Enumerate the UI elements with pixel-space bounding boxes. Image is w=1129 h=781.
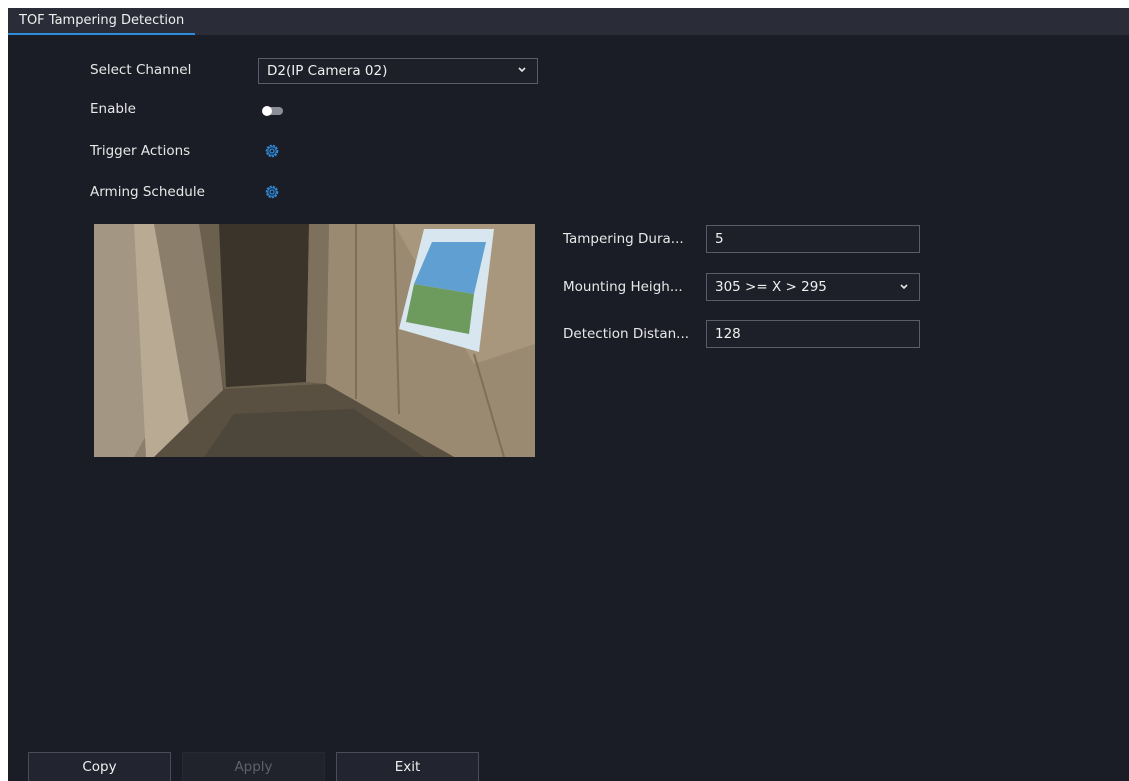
camera-preview [94,224,535,457]
detection-distance-label: Detection Distan... [563,326,690,342]
detection-distance-input[interactable]: 128 [706,320,920,348]
select-channel-dropdown[interactable]: D2(IP Camera 02) [258,58,538,84]
camera-preview-image [94,224,535,457]
enable-label: Enable [90,101,136,117]
chevron-down-icon [518,67,526,73]
apply-button[interactable]: Apply [182,752,325,781]
enable-toggle[interactable] [262,106,283,116]
select-channel-value: D2(IP Camera 02) [267,63,388,79]
select-channel-label: Select Channel [90,62,192,78]
mounting-height-value: 305 >= X > 295 [715,279,827,295]
arming-schedule-label: Arming Schedule [90,184,205,200]
chevron-down-icon [900,284,908,290]
tab-tof-tampering-detection[interactable]: TOF Tampering Detection [8,8,196,35]
mounting-height-label: Mounting Heigh... [563,279,683,295]
tof-tampering-panel: TOF Tampering Detection Select Channel D… [8,8,1129,781]
exit-button[interactable]: Exit [336,752,479,781]
mounting-height-dropdown[interactable]: 305 >= X > 295 [706,273,920,301]
copy-button[interactable]: Copy [28,752,171,781]
gear-icon[interactable] [264,143,280,159]
tampering-duration-label: Tampering Dura... [563,231,684,247]
toggle-knob [262,106,272,116]
gear-icon[interactable] [264,184,280,200]
tampering-duration-input[interactable]: 5 [706,225,920,253]
tab-bar: TOF Tampering Detection [8,8,1129,35]
trigger-actions-label: Trigger Actions [90,143,191,159]
